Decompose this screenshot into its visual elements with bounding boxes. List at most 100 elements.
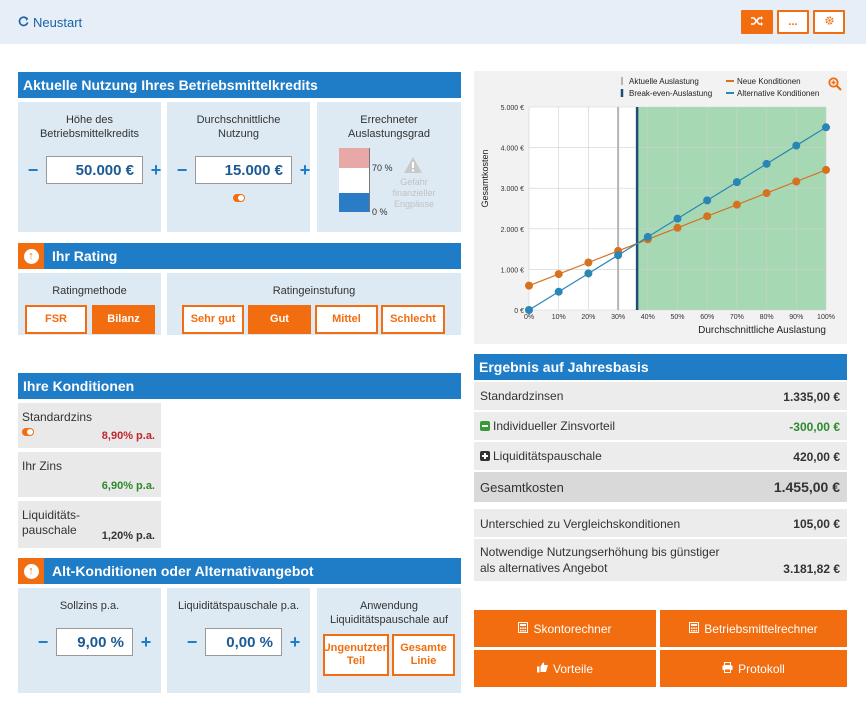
x-tick-label: 90% [789,314,803,321]
auslastung-panel: Errechneter Auslastungsgrad 70 % 0 % Gef… [317,102,461,232]
ratingmethode-panel: Ratingmethode FSR Bilanz [18,273,161,335]
legend-label: Aktuelle Auslastung [629,77,699,86]
x-tick-label: 50% [670,314,684,321]
plus-square-icon[interactable] [480,451,490,461]
protokoll-label: Protokoll [738,661,785,676]
plus-button[interactable]: + [288,632,302,653]
data-point-alternative [584,269,593,278]
x-tick-label: 0% [524,314,534,321]
nutzung-stepper: − 15.000 € + [175,156,312,184]
minus-button[interactable]: − [36,632,50,653]
betriebsmittelrechner-label: Betriebsmittelrechner [704,621,818,636]
result-row-liquiditaet: Liquiditätspauschale 420,00 € [474,442,847,470]
skontorechner-button[interactable]: Skontorechner [474,610,656,647]
y-tick-label: 3.000 € [501,186,524,193]
data-point-neue [703,212,712,221]
anwendung-panel: Anwendung Liquiditätspauschale auf Ungen… [317,588,461,693]
more-label: ... [788,16,798,28]
standardzins-label: Standardzins [22,410,93,424]
nutzung-toggle[interactable] [233,194,245,202]
nutzung-input[interactable]: 15.000 € [195,156,292,184]
break-even-zone [637,107,826,310]
section-header-alt: ↑ Alt-Konditionen oder Alternativangebot [18,558,461,584]
data-point-alternative [525,306,533,314]
legend-label: Break-even-Auslastung [629,89,712,98]
plus-button[interactable]: + [149,160,163,181]
stufe-mittel-button[interactable]: Mittel [315,305,378,334]
y-tick-label: 1.000 € [501,267,524,274]
nutzung-panel: Durchschnittliche Nutzung − 15.000 € + [167,102,310,232]
settings-button[interactable] [813,10,845,34]
data-point-neue [762,189,771,198]
y-tick-label: 4.000 € [501,146,524,153]
data-point-neue [732,200,741,209]
data-point-neue [525,281,533,290]
result-value: -300,00 € [789,420,840,434]
alt-liq-input[interactable]: 0,00 % [205,628,282,656]
section-title: Aktuelle Nutzung Ihres Betriebsmittelkre… [23,77,318,93]
minus-button[interactable]: − [185,632,199,653]
section-title: Alt-Konditionen oder Alternativangebot [52,563,314,579]
result-row-unterschied: Unterschied zu Vergleichskonditionen 105… [474,509,847,537]
kredit-hoehe-panel: Höhe des Betriebsmittelkredits − 50.000 … [18,102,161,232]
y-tick-label: 0 € [514,308,524,315]
section-header-kredit: Aktuelle Nutzung Ihres Betriebsmittelkre… [18,72,461,98]
gauge-empty-zone [339,168,369,193]
gefahr-text: Gefahr finanzieller Engpässe [392,177,436,209]
section-title: Ergebnis auf Jahresbasis [479,359,649,375]
ihrzins-row: Ihr Zins 6,90% p.a. [18,452,161,497]
methode-fsr-button[interactable]: FSR [25,305,87,334]
methode-bilanz-button[interactable]: Bilanz [92,305,155,334]
sollzins-input[interactable]: 9,00 % [56,628,133,656]
warning-icon [403,156,423,177]
shuffle-button[interactable] [741,10,773,34]
gear-icon [824,15,835,29]
data-point-alternative [762,159,771,168]
ratingeinstufung-label: Ratingeinstufung [272,285,356,297]
liquiditaet-label-1: Liquiditäts- [22,508,81,522]
ungenutzter-teil-button[interactable]: Ungenutzten Teil [323,634,389,676]
x-tick-label: 60% [700,314,714,321]
stufe-schlecht-button[interactable]: Schlecht [381,305,445,334]
data-point-neue [673,223,682,232]
standardzins-toggle[interactable] [22,428,34,436]
restart-link[interactable]: Neustart [18,15,82,30]
x-tick-label: 10% [552,314,566,321]
zoom-icon[interactable] [828,77,842,94]
plus-button[interactable]: + [139,632,153,653]
stufe-sehr-gut-button[interactable]: Sehr gut [182,305,244,334]
standardzins-value: 8,90% p.a. [101,430,155,442]
more-button[interactable]: ... [777,10,809,34]
y-axis-label: Gesamtkosten [480,149,490,207]
collapse-button[interactable]: ↑ [18,558,44,584]
gesamtkosten-value: 1.455,00 € [773,479,840,495]
result-label: Liquiditätspauschale [493,449,602,463]
result-label: Standardzinsen [480,389,564,403]
notwendig-label-2: als alternatives Angebot [480,561,608,575]
result-row-notwendig: Notwendige Nutzungserhöhung bis günstige… [474,539,847,581]
minus-button[interactable]: − [175,160,189,181]
betriebsmittelrechner-button[interactable]: Betriebsmittelrechner [660,610,847,647]
stufe-gut-button[interactable]: Gut [248,305,311,334]
liquiditaet-label-2: pauschale [22,523,77,537]
gesamte-linie-button[interactable]: Gesamte Linie [392,634,455,676]
sollzins-label: Sollzins p.a. [59,600,120,612]
arrow-up-icon: ↑ [23,248,39,264]
protokoll-button[interactable]: Protokoll [660,650,847,687]
collapse-button[interactable]: ↑ [18,243,44,269]
alt-liq-stepper: − 0,00 % + [185,628,302,656]
result-value: 420,00 € [793,450,840,464]
minus-square-icon[interactable] [480,421,490,431]
calculator-icon [689,621,700,636]
plus-button[interactable]: + [298,160,312,181]
gauge-label-0: 0 % [372,207,388,217]
data-point-neue [584,258,593,267]
kredit-hoehe-input[interactable]: 50.000 € [46,156,143,184]
section-header-rating: ↑ Ihr Rating [18,243,461,269]
cost-chart: 0 € 1.000 € 2.000 € 3.000 € 4.000 € 5.000 € 0%… [474,71,847,344]
x-tick-label: 20% [581,314,595,321]
vorteile-button[interactable]: Vorteile [474,650,656,687]
x-tick-label: 80% [760,314,774,321]
ratingmethode-label: Ratingmethode [52,285,127,297]
minus-button[interactable]: − [26,160,40,181]
